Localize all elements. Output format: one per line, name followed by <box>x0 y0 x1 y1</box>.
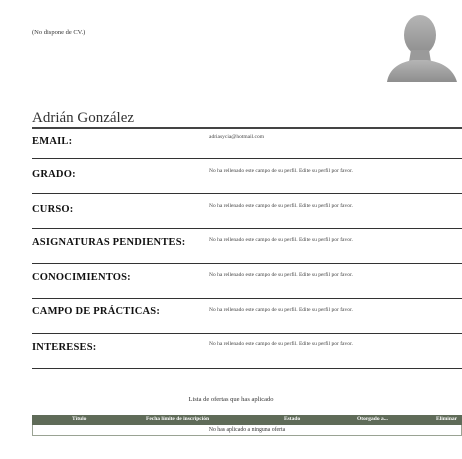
field-label: EMAIL: <box>32 136 73 147</box>
field-value: No ha rellenado este campo de su perfil.… <box>209 307 353 313</box>
offers-empty-row: No has aplicado a ninguna oferta <box>32 425 462 436</box>
empty-message: No has aplicado a ninguna oferta <box>208 427 286 433</box>
field-row-email: EMAIL: adriasycia@hotmail.com <box>32 131 462 161</box>
field-label: CAMPO DE PRÁCTICAS: <box>32 306 161 317</box>
field-label: ASIGNATURAS PENDIENTES: <box>32 237 186 248</box>
offers-table: Título Fecha límite de inscripción Estad… <box>32 415 462 436</box>
column-header-eliminar[interactable]: Eliminar <box>436 416 457 422</box>
field-value: No ha rellenado este campo de su perfil.… <box>209 237 353 243</box>
column-header-fecha-limite[interactable]: Fecha límite de inscripción <box>146 416 209 422</box>
field-row-asignaturas: ASIGNATURAS PENDIENTES: No ha rellenado … <box>32 228 462 264</box>
field-value: No ha rellenado este campo de su perfil.… <box>209 168 353 174</box>
field-row-conocimientos: CONOCIMIENTOS: No ha rellenado este camp… <box>32 263 462 299</box>
cv-note: (No dispone de CV.) <box>32 29 86 36</box>
field-row-curso: CURSO: No ha rellenado este campo de su … <box>32 193 462 229</box>
field-row-campo-practicas: CAMPO DE PRÁCTICAS: No ha rellenado este… <box>32 298 462 334</box>
field-value: No ha rellenado este campo de su perfil.… <box>209 203 353 209</box>
profile-name: Adrián González <box>32 110 135 126</box>
field-label: CONOCIMIENTOS: <box>32 272 131 283</box>
column-header-estado[interactable]: Estado <box>284 416 300 422</box>
field-label: CURSO: <box>32 204 74 215</box>
field-value: No ha rellenado este campo de su perfil.… <box>209 272 353 278</box>
field-value: adriasycia@hotmail.com <box>209 134 265 140</box>
name-divider <box>32 127 462 129</box>
offers-table-header: Título Fecha límite de inscripción Estad… <box>32 415 462 425</box>
field-label: INTERESES: <box>32 342 97 353</box>
profile-header: Adrián González <box>32 109 462 129</box>
field-label: GRADO: <box>32 169 76 180</box>
field-row-intereses: INTERESES: No ha rellenado este campo de… <box>32 333 462 369</box>
offers-title: Lista de ofertas que has aplicado <box>188 396 274 403</box>
field-divider <box>32 368 462 369</box>
field-value: No ha rellenado este campo de su perfil.… <box>209 341 353 347</box>
field-row-grado: GRADO: No ha rellenado este campo de su … <box>32 158 462 194</box>
column-header-otorgado[interactable]: Otorgado a... <box>357 416 388 422</box>
user-silhouette-icon <box>385 10 462 82</box>
column-header-titulo[interactable]: Título <box>72 416 86 422</box>
